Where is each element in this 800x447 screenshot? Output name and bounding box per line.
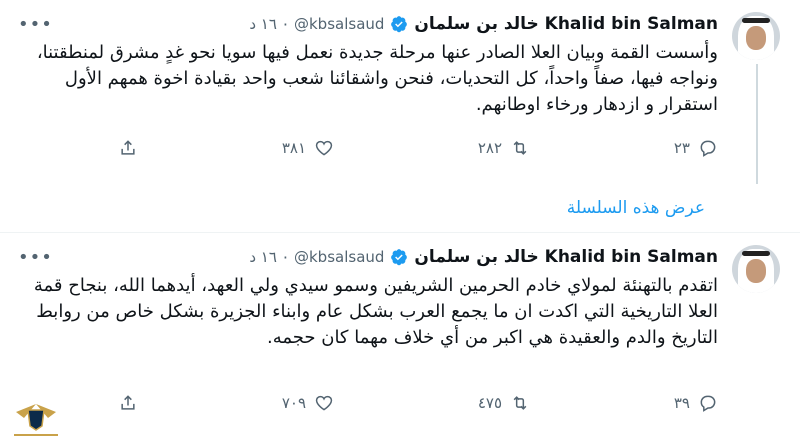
avatar-agal: [742, 251, 770, 256]
thread-line: [756, 64, 758, 184]
handle[interactable]: @kbsalsaud: [294, 248, 384, 266]
separator-dot: ·: [282, 247, 288, 267]
like-count: ٣٨١: [281, 139, 307, 157]
avatar[interactable]: [732, 245, 780, 293]
timestamp[interactable]: ١٦ د: [249, 248, 277, 266]
tweet-header: Khalid bin Salman خالد بن سلمان @kbsalsa…: [249, 247, 718, 267]
tweet-text: وأسست القمة وبيان العلا الصادر عنها مرحل…: [36, 42, 718, 115]
share-button[interactable]: [118, 138, 138, 158]
like-button[interactable]: ٧٠٩: [282, 393, 334, 413]
retweet-button[interactable]: ٢٨٢: [478, 138, 530, 158]
tweet-text: اتقدم بالتهنئة لمولاي خادم الحرمين الشري…: [33, 275, 718, 348]
show-thread-link[interactable]: عرض هذه السلسلة: [567, 198, 705, 218]
retweet-icon: [513, 396, 527, 410]
share-button[interactable]: [118, 393, 138, 413]
reply-button[interactable]: ٢٣: [674, 138, 718, 158]
separator-dot: ·: [282, 14, 288, 34]
verified-icon: [391, 16, 408, 33]
tweet[interactable]: Khalid bin Salman خالد بن سلمان @kbsalsa…: [0, 0, 800, 184]
reply-button[interactable]: ٣٩: [674, 393, 718, 413]
avatar-agal: [742, 18, 770, 23]
more-icon[interactable]: •••: [18, 247, 53, 268]
tweet[interactable]: Khalid bin Salman خالد بن سلمان @kbsalsa…: [0, 232, 800, 447]
retweet-count: ٤٧٥: [477, 394, 503, 412]
display-name[interactable]: Khalid bin Salman خالد بن سلمان: [414, 247, 718, 267]
like-count: ٧٠٩: [281, 394, 307, 412]
retweet-button[interactable]: ٤٧٥: [478, 393, 530, 413]
handle[interactable]: @kbsalsaud: [294, 15, 384, 33]
timestamp[interactable]: ١٦ د: [249, 15, 277, 33]
retweet-icon: [513, 141, 527, 155]
share-icon: [121, 140, 135, 155]
tweet-header: Khalid bin Salman خالد بن سلمان @kbsalsa…: [249, 14, 718, 34]
reply-count: ٢٣: [673, 139, 690, 157]
retweet-count: ٢٨٢: [477, 139, 503, 157]
like-icon: [315, 140, 333, 156]
reply-count: ٣٩: [673, 394, 690, 412]
reply-icon: [700, 395, 716, 412]
avatar-face: [746, 259, 766, 283]
verified-icon: [391, 249, 408, 266]
display-name[interactable]: Khalid bin Salman خالد بن سلمان: [414, 14, 718, 34]
more-icon[interactable]: •••: [18, 14, 53, 35]
tweet-actions: ٣٩ ٤٧٥ ٧٠٩: [118, 393, 718, 413]
watermark-logo: [14, 404, 58, 436]
share-icon: [121, 395, 135, 410]
avatar[interactable]: [732, 12, 780, 60]
reply-icon: [700, 140, 716, 157]
like-icon: [315, 395, 333, 411]
tweet-actions: ٢٣ ٢٨٢ ٣٨١: [118, 138, 718, 158]
like-button[interactable]: ٣٨١: [282, 138, 334, 158]
avatar-face: [746, 26, 766, 50]
